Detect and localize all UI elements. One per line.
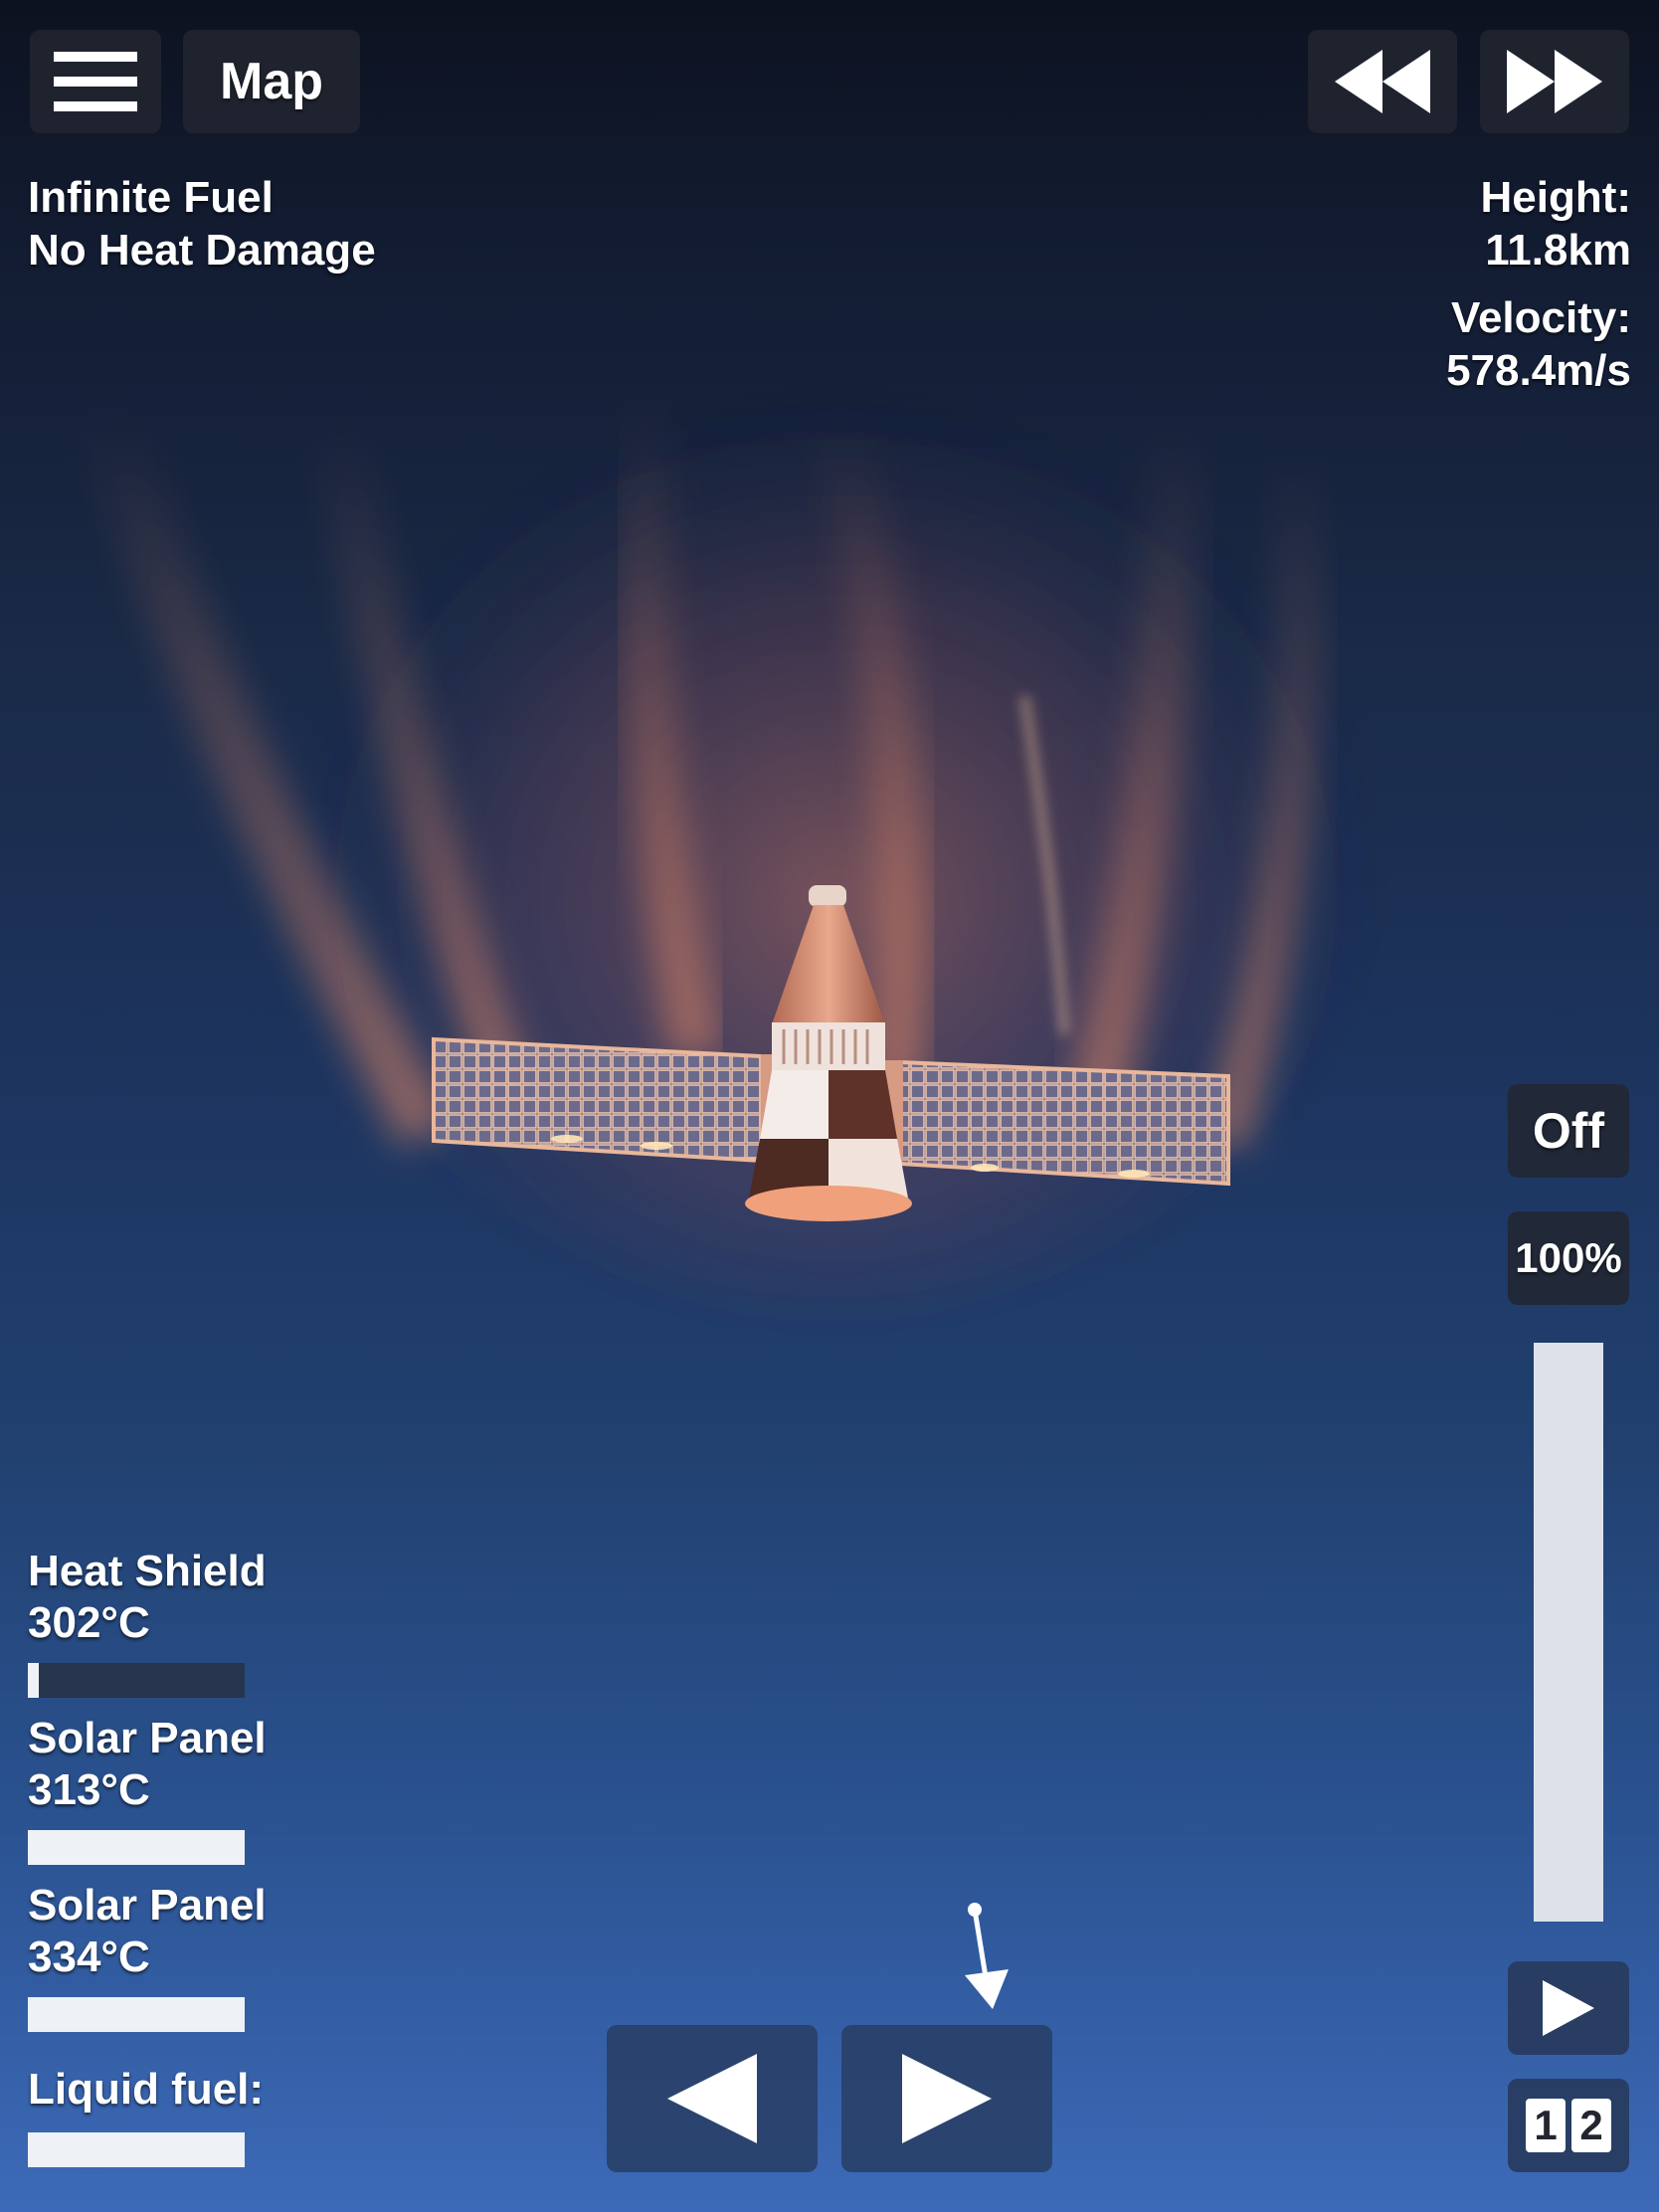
camera-mode-button[interactable]: 1 2 — [1508, 2079, 1629, 2172]
velocity-label: Velocity: — [1451, 293, 1631, 342]
liquid-fuel-bar — [28, 2132, 245, 2167]
height-value: 11.8km — [1485, 226, 1631, 275]
map-button[interactable]: Map — [183, 30, 360, 133]
throttle-slider[interactable] — [1534, 1343, 1603, 1922]
part-temp: 302°C — [28, 1598, 150, 1647]
solar-panel-right — [881, 1059, 1230, 1187]
cheat-no-heat-damage: No Heat Damage — [28, 226, 376, 275]
throttle-slider-fill — [1534, 1343, 1603, 1922]
liquid-fuel-label: Liquid fuel: — [28, 2065, 265, 2114]
throttle-percent-display: 100% — [1508, 1211, 1629, 1305]
map-button-label: Map — [220, 53, 323, 110]
spacecraft — [432, 885, 1230, 1221]
play-icon — [1543, 1980, 1594, 2036]
rewind-icon — [1335, 50, 1430, 113]
part-temp: 313°C — [28, 1765, 150, 1814]
fast-forward-icon — [1507, 50, 1602, 113]
arrow-right-icon — [902, 2054, 992, 2143]
stage-button[interactable] — [1508, 1961, 1629, 2055]
liquid-fuel-bar-fill — [28, 2132, 245, 2167]
throttle-toggle-button[interactable]: Off — [1508, 1084, 1629, 1178]
part-name: Solar Panel — [28, 1714, 267, 1762]
arrow-left-icon — [667, 2054, 757, 2143]
camera-digit-1: 1 — [1526, 2099, 1566, 2152]
part-heat-bar-fill — [28, 1830, 245, 1865]
part-heat-bar-fill — [28, 1663, 39, 1698]
velocity-value: 578.4m/s — [1446, 346, 1631, 395]
fast-forward-button[interactable] — [1480, 30, 1629, 133]
throttle-toggle-label: Off — [1532, 1103, 1605, 1159]
menu-button[interactable] — [30, 30, 161, 133]
cheat-infinite-fuel: Infinite Fuel — [28, 173, 274, 222]
part-heat-bar-fill — [28, 1997, 245, 2032]
part-temp: 334°C — [28, 1933, 150, 1981]
part-name: Solar Panel — [28, 1881, 267, 1930]
part-name: Heat Shield — [28, 1547, 267, 1595]
part-heat-bar — [28, 1663, 245, 1698]
camera-digit-2: 2 — [1571, 2099, 1611, 2152]
camera-1-2-icon: 1 2 — [1526, 2099, 1611, 2152]
rotate-right-button[interactable] — [841, 2025, 1052, 2172]
part-heat-bar — [28, 1830, 245, 1865]
hamburger-menu-icon — [54, 52, 137, 111]
throttle-percent-label: 100% — [1515, 1234, 1622, 1281]
solar-panel-left — [432, 1036, 783, 1164]
height-label: Height: — [1480, 173, 1631, 222]
part-heat-bar — [28, 1997, 245, 2032]
rotate-left-button[interactable] — [607, 2025, 818, 2172]
direction-arrow-icon — [965, 1903, 1009, 2009]
rewind-button[interactable] — [1308, 30, 1457, 133]
capsule-body — [745, 885, 912, 1221]
